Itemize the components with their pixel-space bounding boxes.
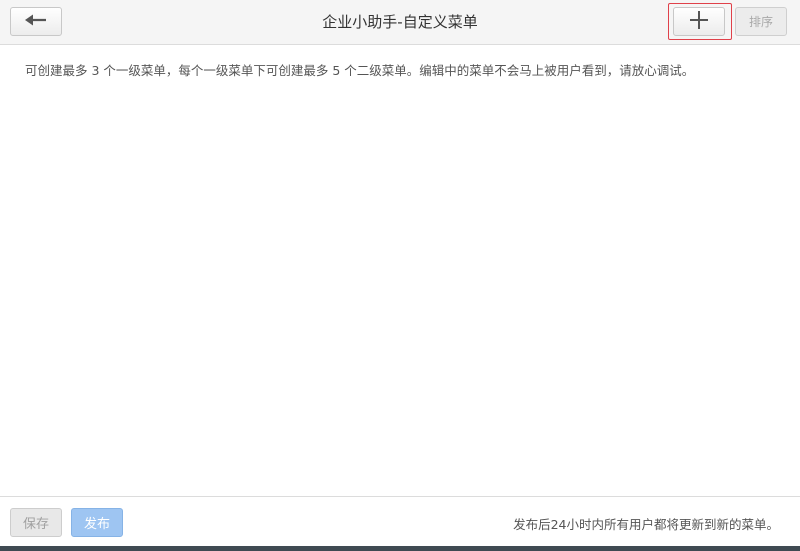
arrow-left-icon [24,12,48,31]
save-button[interactable]: 保存 [10,508,62,537]
plus-icon [689,10,709,34]
sort-button[interactable]: 排序 [735,7,787,36]
header-bar: 企业小助手-自定义菜单 排序 [0,0,800,45]
add-menu-button[interactable] [673,7,725,36]
add-button-highlight [668,3,732,40]
publish-button[interactable]: 发布 [71,508,123,537]
window-bottom-edge [0,546,800,551]
publish-note: 发布后24小时内所有用户都将更新到新的菜单。 [513,517,779,532]
menu-limit-notice: 可创建最多 3 个一级菜单，每个一级菜单下可创建最多 5 个二级菜单。编辑中的菜… [25,63,695,78]
footer-bar: 保存 发布 发布后24小时内所有用户都将更新到新的菜单。 [0,496,800,546]
back-button[interactable] [10,7,62,36]
